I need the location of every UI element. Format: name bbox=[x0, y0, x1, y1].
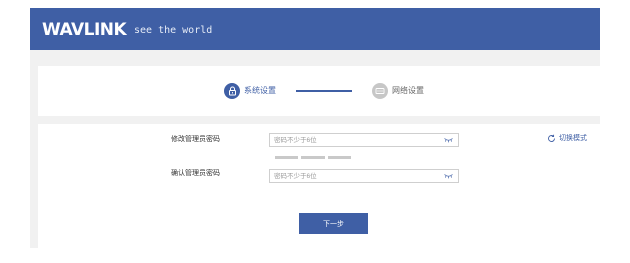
switch-mode-label: 切换模式 bbox=[559, 135, 587, 142]
admin-password-label: 修改管理员密码 bbox=[171, 136, 220, 143]
step-connector bbox=[296, 90, 352, 92]
admin-password-input[interactable] bbox=[270, 134, 444, 146]
network-icon bbox=[372, 83, 388, 99]
switch-mode-button[interactable]: 切换模式 bbox=[547, 134, 587, 143]
strength-segment bbox=[275, 156, 299, 159]
lock-icon bbox=[224, 83, 240, 99]
confirm-password-field[interactable] bbox=[269, 169, 459, 183]
step-system-settings: 系统设置 bbox=[224, 81, 276, 101]
strength-segment bbox=[301, 156, 325, 159]
step-label: 网络设置 bbox=[392, 86, 424, 95]
brand-logo: WAVLINK bbox=[42, 20, 127, 40]
next-step-button[interactable]: 下一步 bbox=[299, 213, 368, 234]
brand-tagline: see the world bbox=[134, 25, 213, 36]
strength-segment bbox=[327, 156, 351, 159]
header-bar: WAVLINK see the world bbox=[30, 8, 600, 50]
confirm-password-label: 确认管理员密码 bbox=[171, 170, 220, 177]
app-frame: WAVLINK see the world 系统设置 网络设置 修改管理员密码 … bbox=[30, 8, 600, 248]
eye-closed-icon[interactable] bbox=[444, 137, 453, 143]
refresh-icon bbox=[548, 134, 555, 142]
step-network-settings: 网络设置 bbox=[372, 81, 424, 101]
password-form: 修改管理员密码 切换模式 确认管理员密码 下一步 bbox=[38, 124, 600, 248]
admin-password-field[interactable] bbox=[269, 133, 459, 147]
setup-stepper: 系统设置 网络设置 bbox=[38, 66, 600, 116]
step-label: 系统设置 bbox=[244, 86, 276, 95]
confirm-password-input[interactable] bbox=[270, 170, 444, 182]
eye-closed-icon[interactable] bbox=[444, 173, 453, 179]
password-strength-meter bbox=[275, 156, 351, 159]
